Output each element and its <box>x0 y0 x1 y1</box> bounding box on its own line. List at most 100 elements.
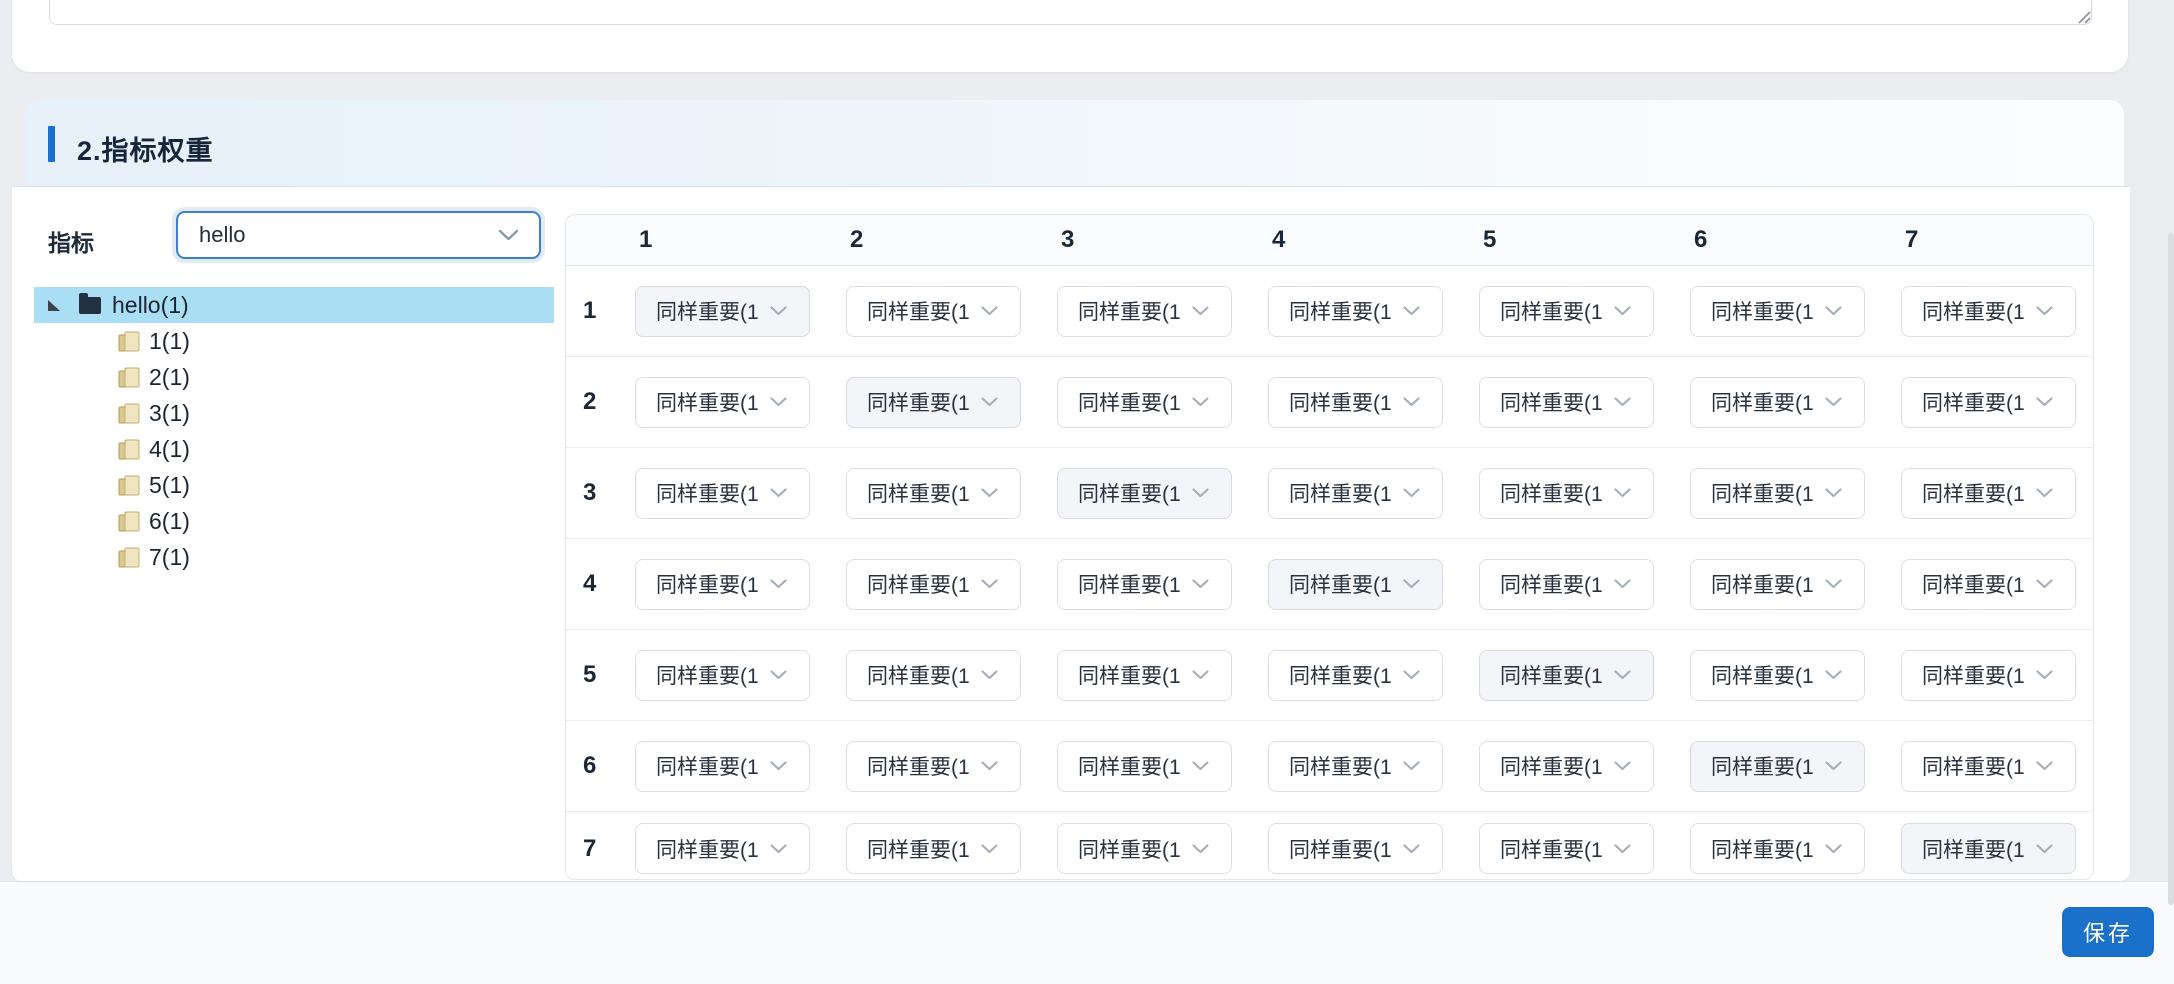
cell-dropdown[interactable]: 同样重要(1 <box>1268 286 1443 337</box>
matrix-cell: 同样重要(1 <box>635 741 846 792</box>
page: 2.指标权重 指标 hello hello(1) 1(1)2(1)3(1)4(1… <box>0 0 2174 984</box>
cell-value: 同样重要(1 <box>1711 478 1814 508</box>
cell-dropdown: 同样重要(1 <box>1479 650 1654 701</box>
cell-dropdown[interactable]: 同样重要(1 <box>1690 650 1865 701</box>
cell-value: 同样重要(1 <box>1711 296 1814 326</box>
cell-dropdown[interactable]: 同样重要(1 <box>1901 286 2076 337</box>
chevron-down-icon <box>981 761 998 771</box>
cell-value: 同样重要(1 <box>1289 751 1392 781</box>
indicator-label: 指标 <box>48 224 94 258</box>
cell-dropdown[interactable]: 同样重要(1 <box>1479 468 1654 519</box>
cell-dropdown[interactable]: 同样重要(1 <box>846 823 1021 874</box>
chevron-down-icon <box>1825 306 1842 316</box>
section-title: 2.指标权重 <box>77 129 214 168</box>
chevron-down-icon <box>1192 306 1209 316</box>
cell-dropdown[interactable]: 同样重要(1 <box>1268 823 1443 874</box>
matrix-cell: 同样重要(1 <box>1268 377 1479 428</box>
cell-dropdown[interactable]: 同样重要(1 <box>1690 286 1865 337</box>
cell-value: 同样重要(1 <box>867 387 970 417</box>
matrix-cell: 同样重要(1 <box>846 559 1057 610</box>
matrix-row-header: 3 <box>566 479 635 507</box>
cell-dropdown[interactable]: 同样重要(1 <box>635 650 810 701</box>
tree-expander-icon[interactable] <box>48 300 60 311</box>
cell-dropdown[interactable]: 同样重要(1 <box>635 741 810 792</box>
cell-value: 同样重要(1 <box>867 478 970 508</box>
tree-node[interactable]: 4(1) <box>34 431 554 467</box>
chevron-down-icon <box>770 844 787 854</box>
cell-dropdown[interactable]: 同样重要(1 <box>1268 650 1443 701</box>
cell-value: 同样重要(1 <box>1711 569 1814 599</box>
cell-dropdown[interactable]: 同样重要(1 <box>846 286 1021 337</box>
cell-dropdown[interactable]: 同样重要(1 <box>1057 559 1232 610</box>
tree-node[interactable]: 7(1) <box>34 539 554 575</box>
chevron-down-icon <box>981 844 998 854</box>
cell-dropdown[interactable]: 同样重要(1 <box>1057 650 1232 701</box>
cell-dropdown[interactable]: 同样重要(1 <box>1479 559 1654 610</box>
cell-dropdown[interactable]: 同样重要(1 <box>1057 377 1232 428</box>
chevron-down-icon <box>2036 306 2053 316</box>
cell-dropdown[interactable]: 同样重要(1 <box>1057 286 1232 337</box>
cell-dropdown[interactable]: 同样重要(1 <box>1690 377 1865 428</box>
matrix-cell: 同样重要(1 <box>1268 823 1479 874</box>
cell-dropdown[interactable]: 同样重要(1 <box>1901 650 2076 701</box>
accent-bar <box>48 126 55 162</box>
cell-dropdown[interactable]: 同样重要(1 <box>846 468 1021 519</box>
chevron-down-icon <box>1403 488 1420 498</box>
cell-dropdown[interactable]: 同样重要(1 <box>1268 468 1443 519</box>
cell-dropdown[interactable]: 同样重要(1 <box>635 823 810 874</box>
cell-value: 同样重要(1 <box>1711 751 1814 781</box>
cell-dropdown[interactable]: 同样重要(1 <box>1479 741 1654 792</box>
cell-value: 同样重要(1 <box>656 834 759 864</box>
cell-dropdown[interactable]: 同样重要(1 <box>1690 559 1865 610</box>
matrix-row-header: 5 <box>566 661 635 689</box>
tree-node[interactable]: 3(1) <box>34 395 554 431</box>
resize-grip-icon[interactable] <box>2076 9 2091 24</box>
cell-dropdown[interactable]: 同样重要(1 <box>1901 559 2076 610</box>
file-icon <box>117 402 141 425</box>
cell-value: 同样重要(1 <box>1922 660 2025 690</box>
cell-dropdown[interactable]: 同样重要(1 <box>846 650 1021 701</box>
indicator-select[interactable]: hello <box>176 211 541 259</box>
cell-dropdown[interactable]: 同样重要(1 <box>635 468 810 519</box>
chevron-down-icon <box>1825 761 1842 771</box>
tree-node[interactable]: 2(1) <box>34 359 554 395</box>
matrix-cell: 同样重要(1 <box>1901 286 2094 337</box>
scrollbar-thumb[interactable] <box>2168 233 2174 905</box>
cell-dropdown[interactable]: 同样重要(1 <box>1479 823 1654 874</box>
matrix-cell: 同样重要(1 <box>1479 468 1690 519</box>
tree-node[interactable]: 6(1) <box>34 503 554 539</box>
indicator-select-value: hello <box>199 222 245 248</box>
cell-dropdown[interactable]: 同样重要(1 <box>635 377 810 428</box>
cell-value: 同样重要(1 <box>1500 660 1603 690</box>
save-button[interactable]: 保存 <box>2062 907 2154 957</box>
chevron-down-icon <box>2036 397 2053 407</box>
cell-value: 同样重要(1 <box>1078 751 1181 781</box>
chevron-down-icon <box>1192 670 1209 680</box>
cell-dropdown[interactable]: 同样重要(1 <box>1268 377 1443 428</box>
tree-node-label: 7(1) <box>149 544 190 571</box>
cell-dropdown[interactable]: 同样重要(1 <box>1901 741 2076 792</box>
description-textarea[interactable] <box>49 0 2092 25</box>
cell-dropdown[interactable]: 同样重要(1 <box>846 741 1021 792</box>
cell-dropdown[interactable]: 同样重要(1 <box>1690 468 1865 519</box>
tree-node[interactable]: 5(1) <box>34 467 554 503</box>
cell-dropdown[interactable]: 同样重要(1 <box>1479 377 1654 428</box>
cell-dropdown[interactable]: 同样重要(1 <box>846 559 1021 610</box>
section-body-card: 指标 hello hello(1) 1(1)2(1)3(1)4(1)5(1)6(… <box>12 186 2130 881</box>
cell-dropdown[interactable]: 同样重要(1 <box>1901 468 2076 519</box>
matrix-cell: 同样重要(1 <box>1057 559 1268 610</box>
tree-node[interactable]: 1(1) <box>34 323 554 359</box>
cell-dropdown[interactable]: 同样重要(1 <box>1901 377 2076 428</box>
matrix-row-header: 7 <box>566 835 635 863</box>
cell-value: 同样重要(1 <box>867 660 970 690</box>
chevron-down-icon <box>1403 670 1420 680</box>
chevron-down-icon <box>1192 397 1209 407</box>
chevron-down-icon <box>1192 844 1209 854</box>
tree-node-root[interactable]: hello(1) <box>34 287 554 323</box>
cell-dropdown[interactable]: 同样重要(1 <box>1057 741 1232 792</box>
cell-dropdown[interactable]: 同样重要(1 <box>1057 823 1232 874</box>
cell-dropdown[interactable]: 同样重要(1 <box>1690 823 1865 874</box>
cell-dropdown[interactable]: 同样重要(1 <box>635 559 810 610</box>
cell-dropdown[interactable]: 同样重要(1 <box>1268 741 1443 792</box>
cell-dropdown[interactable]: 同样重要(1 <box>1479 286 1654 337</box>
